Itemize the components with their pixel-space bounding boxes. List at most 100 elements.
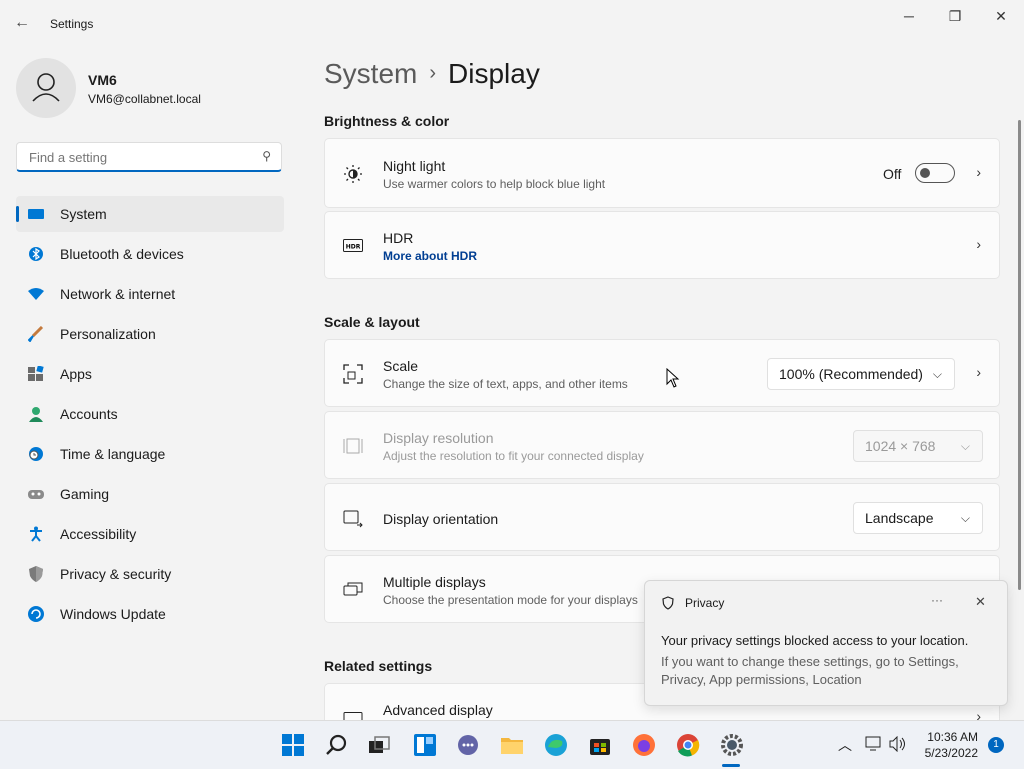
search-box[interactable]: ⚲ xyxy=(16,142,282,172)
scale-icon xyxy=(343,364,363,384)
sidebar-item-label: Accounts xyxy=(60,406,118,422)
more-about-hdr-link[interactable]: More about HDR xyxy=(383,249,477,263)
monitor-icon xyxy=(28,206,44,222)
apps-icon xyxy=(28,365,44,382)
sidebar-item-privacy[interactable]: Privacy & security xyxy=(16,556,284,592)
widgets-icon[interactable] xyxy=(413,733,437,757)
scale-dropdown[interactable]: 100% (Recommended) ⌵ xyxy=(767,358,955,390)
page-title: Display xyxy=(448,58,540,89)
sidebar-item-label: System xyxy=(60,206,107,222)
chevron-right-icon[interactable]: › xyxy=(976,236,981,252)
night-light-card[interactable]: Night light Use warmer colors to help bl… xyxy=(324,138,1000,208)
sidebar-item-personalization[interactable]: Personalization xyxy=(16,316,284,352)
hdr-card[interactable]: HDR HDR More about HDR › xyxy=(324,211,1000,279)
night-light-state: Off xyxy=(883,166,902,182)
bluetooth-icon xyxy=(28,246,44,262)
scrollbar[interactable] xyxy=(1018,120,1021,590)
task-view-icon[interactable] xyxy=(367,733,391,757)
sidebar-item-system[interactable]: System xyxy=(16,196,284,232)
person-icon xyxy=(28,406,44,422)
scale-card[interactable]: Scale Change the size of text, apps, and… xyxy=(324,339,1000,407)
shield-icon xyxy=(28,566,44,582)
resolution-subtitle: Adjust the resolution to fit your connec… xyxy=(383,449,644,463)
clock-date: 5/23/2022 xyxy=(924,746,978,760)
chevron-down-icon: ⌵ xyxy=(960,510,970,525)
resolution-value: 1024 × 768 xyxy=(865,438,936,454)
multiple-displays-title: Multiple displays xyxy=(383,574,486,590)
sidebar-item-time-language[interactable]: Time & language xyxy=(16,436,284,472)
sidebar-item-label: Windows Update xyxy=(60,606,166,622)
accessibility-icon xyxy=(28,526,44,542)
toast-body: If you want to change these settings, go… xyxy=(661,654,959,687)
section-heading-brightness: Brightness & color xyxy=(324,113,450,129)
sidebar-item-accessibility[interactable]: Accessibility xyxy=(16,516,284,552)
sidebar-item-accounts[interactable]: Accounts xyxy=(16,396,284,432)
user-email: VM6@collabnet.local xyxy=(88,92,201,106)
paintbrush-icon xyxy=(27,325,44,343)
night-light-icon xyxy=(343,164,363,184)
chevron-right-icon[interactable]: › xyxy=(976,164,981,180)
sidebar-item-label: Accessibility xyxy=(60,526,137,542)
orientation-title: Display orientation xyxy=(383,511,499,527)
sidebar-item-network[interactable]: Network & internet xyxy=(16,276,284,312)
search-icon[interactable] xyxy=(325,733,349,757)
sidebar-item-apps[interactable]: Apps xyxy=(16,356,284,392)
toast-close-button[interactable]: ✕ xyxy=(975,594,986,610)
multiple-displays-icon xyxy=(343,580,363,600)
shield-icon xyxy=(661,596,675,615)
sidebar-item-bluetooth[interactable]: Bluetooth & devices xyxy=(16,236,284,272)
hdr-title: HDR xyxy=(383,230,414,246)
active-app-indicator xyxy=(722,764,740,767)
gamepad-icon xyxy=(28,486,44,502)
minimize-button[interactable]: ─ xyxy=(886,8,932,26)
taskbar: ︿ 10:36 AM 5/23/2022 1 xyxy=(0,720,1024,769)
display-orientation-card[interactable]: Display orientation Landscape ⌵ xyxy=(324,483,1000,551)
resolution-icon xyxy=(343,436,363,456)
chrome-icon[interactable] xyxy=(676,733,700,757)
start-icon[interactable] xyxy=(281,733,305,757)
network-icon[interactable] xyxy=(865,736,883,757)
scale-value: 100% (Recommended) xyxy=(779,366,923,382)
update-icon xyxy=(28,606,44,622)
close-button[interactable]: ✕ xyxy=(978,8,1024,26)
file-explorer-icon[interactable] xyxy=(500,733,524,757)
settings-icon[interactable] xyxy=(720,733,744,757)
advanced-display-title: Advanced display xyxy=(383,702,493,718)
scale-title: Scale xyxy=(383,358,419,374)
clock-time: 10:36 AM xyxy=(927,730,978,744)
chat-icon[interactable] xyxy=(456,733,480,757)
edge-icon[interactable] xyxy=(544,733,568,757)
scale-subtitle: Change the size of text, apps, and other… xyxy=(383,377,628,391)
night-light-subtitle: Use warmer colors to help block blue lig… xyxy=(383,177,606,191)
sidebar-item-label: Bluetooth & devices xyxy=(60,246,184,262)
maximize-button[interactable]: ❐ xyxy=(932,8,978,26)
title-bar: ← Settings ─ ❐ ✕ xyxy=(0,0,1024,48)
sidebar-item-label: Network & internet xyxy=(60,286,176,302)
app-title: Settings xyxy=(50,17,94,31)
back-arrow-icon[interactable]: ← xyxy=(14,14,34,34)
orientation-dropdown[interactable]: Landscape ⌵ xyxy=(853,502,983,534)
sidebar-item-gaming[interactable]: Gaming xyxy=(16,476,284,512)
wifi-icon xyxy=(28,286,44,302)
chevron-right-icon[interactable]: › xyxy=(976,364,981,380)
night-light-toggle[interactable] xyxy=(915,163,955,183)
search-input[interactable] xyxy=(27,149,251,166)
store-icon[interactable] xyxy=(588,733,612,757)
night-light-title: Night light xyxy=(383,158,446,174)
resolution-dropdown: 1024 × 768 ⌵ xyxy=(853,430,983,462)
notification-badge[interactable]: 1 xyxy=(988,737,1004,753)
sidebar-item-windows-update[interactable]: Windows Update xyxy=(16,596,284,632)
privacy-toast[interactable]: Privacy ··· ✕ Your privacy settings bloc… xyxy=(644,580,1008,706)
system-clock[interactable]: 10:36 AM 5/23/2022 xyxy=(918,729,978,761)
more-options-button[interactable]: ··· xyxy=(931,593,943,607)
breadcrumb-parent[interactable]: System xyxy=(324,58,417,89)
volume-icon[interactable] xyxy=(889,735,907,757)
firefox-icon[interactable] xyxy=(632,733,656,757)
sidebar-item-label: Apps xyxy=(60,366,92,382)
chevron-up-icon[interactable]: ︿ xyxy=(838,735,852,755)
breadcrumb: System › Display xyxy=(324,58,540,90)
sidebar-item-label: Gaming xyxy=(60,486,110,502)
chevron-right-icon: › xyxy=(429,62,437,84)
multiple-displays-subtitle: Choose the presentation mode for your di… xyxy=(383,593,638,607)
section-heading-scale-layout: Scale & layout xyxy=(324,314,420,330)
